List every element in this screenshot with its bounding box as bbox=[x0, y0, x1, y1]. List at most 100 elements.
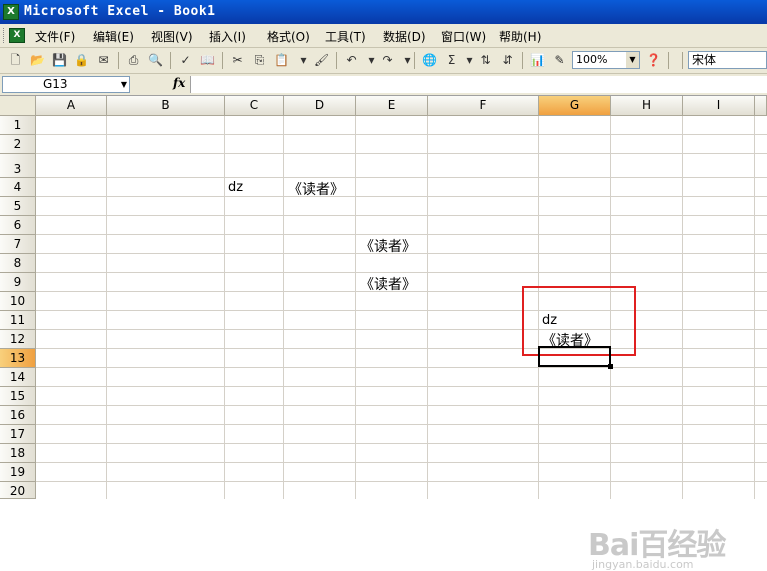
row-header-17[interactable]: 17 bbox=[0, 425, 36, 444]
insert-function-icon[interactable]: fx bbox=[173, 76, 185, 90]
row-header-12[interactable]: 12 bbox=[0, 330, 36, 349]
menu-window[interactable]: 窗口(W) bbox=[441, 28, 486, 45]
chevron-down-icon[interactable]: ▼ bbox=[626, 52, 639, 68]
fill-handle[interactable] bbox=[608, 364, 613, 369]
row-header-5[interactable]: 5 bbox=[0, 197, 36, 216]
gridline bbox=[427, 116, 428, 499]
permission-icon[interactable]: 🔒 bbox=[72, 51, 91, 70]
column-header-g[interactable]: G bbox=[539, 96, 611, 116]
autosum-icon[interactable]: Σ bbox=[442, 51, 461, 70]
menu-help[interactable]: 帮助(H) bbox=[499, 28, 541, 45]
undo-icon[interactable]: ↶ bbox=[342, 51, 361, 70]
column-header-d[interactable]: D bbox=[284, 96, 356, 116]
toolbar-separator bbox=[336, 52, 337, 69]
row-header-18[interactable]: 18 bbox=[0, 444, 36, 463]
menu-insert[interactable]: 插入(I) bbox=[209, 28, 246, 45]
paste-dropdown-icon[interactable]: ▾ bbox=[294, 51, 313, 70]
row-header-9[interactable]: 9 bbox=[0, 273, 36, 292]
zoom-value: 100% bbox=[576, 53, 608, 66]
email-icon[interactable]: ✉ bbox=[94, 51, 113, 70]
gridline bbox=[36, 348, 767, 349]
row-header-20[interactable]: 20 bbox=[0, 482, 36, 499]
open-icon[interactable]: 📂 bbox=[28, 51, 47, 70]
menu-file[interactable]: 文件(F) bbox=[35, 28, 75, 45]
window-title: Microsoft Excel - Book1 bbox=[24, 4, 216, 19]
row-header-1[interactable]: 1 bbox=[0, 116, 36, 135]
gridline bbox=[36, 272, 767, 273]
sort-descending-icon[interactable]: ⇵ bbox=[498, 51, 517, 70]
gridline bbox=[36, 405, 767, 406]
toolbar-grip-handle[interactable] bbox=[682, 52, 683, 69]
row-header-8[interactable]: 8 bbox=[0, 254, 36, 273]
copy-icon[interactable]: ⎘ bbox=[250, 51, 269, 70]
row-header-14[interactable]: 14 bbox=[0, 368, 36, 387]
formula-input[interactable] bbox=[190, 76, 767, 93]
print-preview-icon[interactable]: 🔍 bbox=[146, 51, 165, 70]
row-header-11[interactable]: 11 bbox=[0, 311, 36, 330]
column-header-i[interactable]: I bbox=[683, 96, 755, 116]
chart-wizard-icon[interactable]: 📊 bbox=[528, 51, 547, 70]
paste-icon[interactable]: 📋 bbox=[272, 51, 291, 70]
worksheet-grid[interactable]: A B C D E F G H I 1 2 3 4 5 6 7 8 9 10 1… bbox=[0, 96, 767, 571]
gridline bbox=[283, 116, 284, 499]
cell-e9[interactable]: 《读者》 bbox=[360, 274, 416, 294]
column-header-a[interactable]: A bbox=[36, 96, 107, 116]
chevron-down-icon[interactable]: ▼ bbox=[121, 77, 127, 92]
active-cell-g13[interactable] bbox=[538, 346, 611, 367]
cell-d4[interactable]: 《读者》 bbox=[288, 179, 344, 199]
column-header-f[interactable]: F bbox=[428, 96, 539, 116]
name-box[interactable]: G13 ▼ bbox=[2, 76, 130, 93]
row-header-4[interactable]: 4 bbox=[0, 178, 36, 197]
row-header-6[interactable]: 6 bbox=[0, 216, 36, 235]
workbook-icon[interactable]: X bbox=[9, 28, 25, 43]
row-header-10[interactable]: 10 bbox=[0, 292, 36, 311]
print-icon[interactable]: ⎙ bbox=[124, 51, 143, 70]
sort-ascending-icon[interactable]: ⇅ bbox=[476, 51, 495, 70]
zoom-select[interactable]: 100% ▼ bbox=[572, 51, 640, 69]
row-header-2[interactable]: 2 bbox=[0, 135, 36, 154]
row-header-16[interactable]: 16 bbox=[0, 406, 36, 425]
column-header-h[interactable]: H bbox=[611, 96, 683, 116]
gridline bbox=[36, 177, 767, 178]
redo-icon[interactable]: ↷ bbox=[378, 51, 397, 70]
excel-app-icon[interactable]: X bbox=[3, 4, 19, 20]
cut-icon[interactable]: ✂ bbox=[228, 51, 247, 70]
row-header-15[interactable]: 15 bbox=[0, 387, 36, 406]
hyperlink-icon[interactable]: 🌐 bbox=[420, 51, 439, 70]
menu-tools[interactable]: 工具(T) bbox=[325, 28, 366, 45]
toolbar-separator bbox=[118, 52, 119, 69]
column-header-e[interactable]: E bbox=[356, 96, 428, 116]
new-icon[interactable]: 🗋 bbox=[6, 51, 25, 70]
format-painter-icon[interactable]: 🖌 bbox=[312, 51, 331, 70]
gridline bbox=[36, 481, 767, 482]
gridline bbox=[224, 116, 225, 499]
column-header-b[interactable]: B bbox=[107, 96, 225, 116]
select-all-corner[interactable] bbox=[0, 96, 36, 116]
cell-e7[interactable]: 《读者》 bbox=[360, 236, 416, 256]
drawing-icon[interactable]: ✎ bbox=[550, 51, 569, 70]
gridline bbox=[36, 329, 767, 330]
row-header-3[interactable]: 3 bbox=[0, 154, 36, 178]
menu-edit[interactable]: 编辑(E) bbox=[93, 28, 134, 45]
research-icon[interactable]: 📖 bbox=[198, 51, 217, 70]
menu-format[interactable]: 格式(O) bbox=[267, 28, 310, 45]
save-icon[interactable]: 💾 bbox=[50, 51, 69, 70]
row-header-7[interactable]: 7 bbox=[0, 235, 36, 254]
menu-grip-handle[interactable] bbox=[3, 28, 7, 43]
gridline bbox=[355, 116, 356, 499]
menu-view[interactable]: 视图(V) bbox=[151, 28, 193, 45]
row-header-19[interactable]: 19 bbox=[0, 463, 36, 482]
column-header-c[interactable]: C bbox=[225, 96, 284, 116]
gridline bbox=[36, 310, 767, 311]
cell-c4[interactable]: dz bbox=[228, 180, 243, 195]
menu-data[interactable]: 数据(D) bbox=[383, 28, 426, 45]
toolbar-separator bbox=[522, 52, 523, 69]
toolbar-overflow-icon[interactable] bbox=[668, 52, 669, 69]
column-header-j[interactable] bbox=[755, 96, 767, 116]
help-icon[interactable]: ❓ bbox=[644, 51, 663, 70]
row-header-13[interactable]: 13 bbox=[0, 349, 36, 368]
spelling-icon[interactable]: ✓ bbox=[176, 51, 195, 70]
font-name-select[interactable]: 宋体 bbox=[688, 51, 767, 69]
toolbar-separator bbox=[414, 52, 415, 69]
gridline bbox=[36, 196, 767, 197]
